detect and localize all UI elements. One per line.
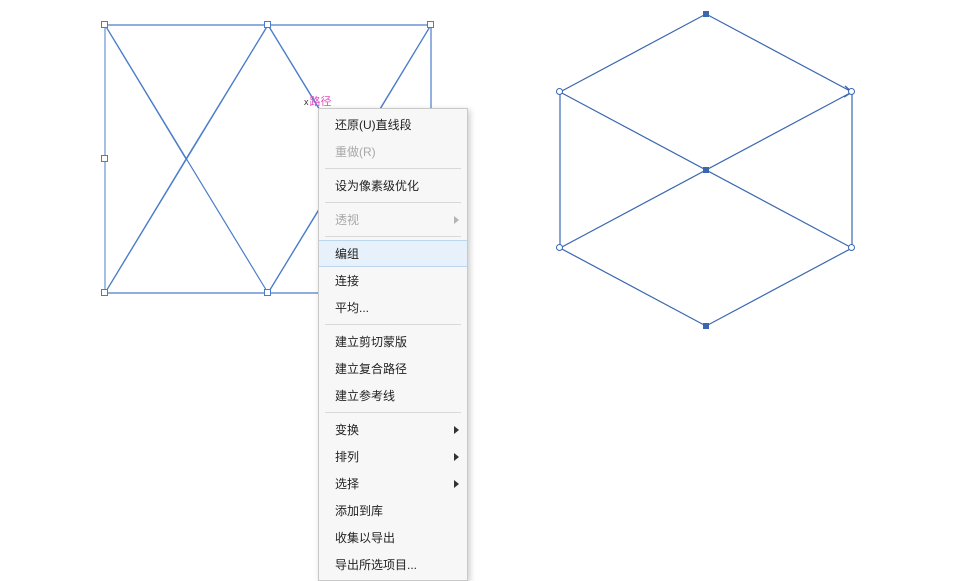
context-menu: 还原(U)直线段 重做(R) 设为像素级优化 透视 编组 连接 平均... 建立… xyxy=(318,108,468,581)
menu-group[interactable]: 编组 xyxy=(319,240,467,267)
menu-arrange-label: 排列 xyxy=(335,450,359,464)
path-label-text: 路径 xyxy=(310,96,332,108)
menu-redo: 重做(R) xyxy=(319,138,467,165)
anchor-point[interactable] xyxy=(848,88,855,95)
menu-select[interactable]: 选择 xyxy=(319,470,467,497)
anchor-point[interactable] xyxy=(703,323,709,329)
menu-arrange[interactable]: 排列 xyxy=(319,443,467,470)
path-label: x路径 xyxy=(303,93,333,109)
menu-pixel-optimize[interactable]: 设为像素级优化 xyxy=(319,172,467,199)
selection-handle-w[interactable] xyxy=(101,155,108,162)
menu-undo[interactable]: 还原(U)直线段 xyxy=(319,111,467,138)
canvas[interactable]: x路径 还原(U)直线段 重做(R) 设为像素级优化 透视 编组 连接 平均..… xyxy=(0,0,960,507)
menu-compound-path[interactable]: 建立复合路径 xyxy=(319,355,467,382)
selection-handle-sw[interactable] xyxy=(101,289,108,296)
menu-separator xyxy=(325,168,461,169)
menu-collect-export[interactable]: 收集以导出 xyxy=(319,524,467,551)
menu-add-to-library[interactable]: 添加到库 xyxy=(319,497,467,524)
menu-join[interactable]: 连接 xyxy=(319,267,467,294)
menu-perspective-label: 透视 xyxy=(335,213,359,227)
anchor-point[interactable] xyxy=(556,244,563,251)
chevron-right-icon xyxy=(454,453,459,461)
anchor-point[interactable] xyxy=(848,244,855,251)
menu-separator xyxy=(325,324,461,325)
menu-average[interactable]: 平均... xyxy=(319,294,467,321)
selection-handle-n[interactable] xyxy=(264,21,271,28)
chevron-right-icon xyxy=(454,480,459,488)
menu-guides[interactable]: 建立参考线 xyxy=(319,382,467,409)
selection-handle-ne[interactable] xyxy=(427,21,434,28)
close-x-icon: x xyxy=(304,97,309,107)
menu-select-label: 选择 xyxy=(335,477,359,491)
artwork-svg xyxy=(0,0,960,507)
selection-handle-nw[interactable] xyxy=(101,21,108,28)
chevron-right-icon xyxy=(454,426,459,434)
selection-handle-s[interactable] xyxy=(264,289,271,296)
anchor-point[interactable] xyxy=(703,11,709,17)
menu-transform[interactable]: 变换 xyxy=(319,416,467,443)
menu-separator xyxy=(325,412,461,413)
menu-clipping-mask[interactable]: 建立剪切蒙版 xyxy=(319,328,467,355)
anchor-point[interactable] xyxy=(556,88,563,95)
chevron-right-icon xyxy=(454,216,459,224)
menu-separator xyxy=(325,202,461,203)
menu-perspective: 透视 xyxy=(319,206,467,233)
anchor-point[interactable] xyxy=(703,167,709,173)
menu-separator xyxy=(325,236,461,237)
menu-export-selection[interactable]: 导出所选项目... xyxy=(319,551,467,578)
menu-transform-label: 变换 xyxy=(335,423,359,437)
